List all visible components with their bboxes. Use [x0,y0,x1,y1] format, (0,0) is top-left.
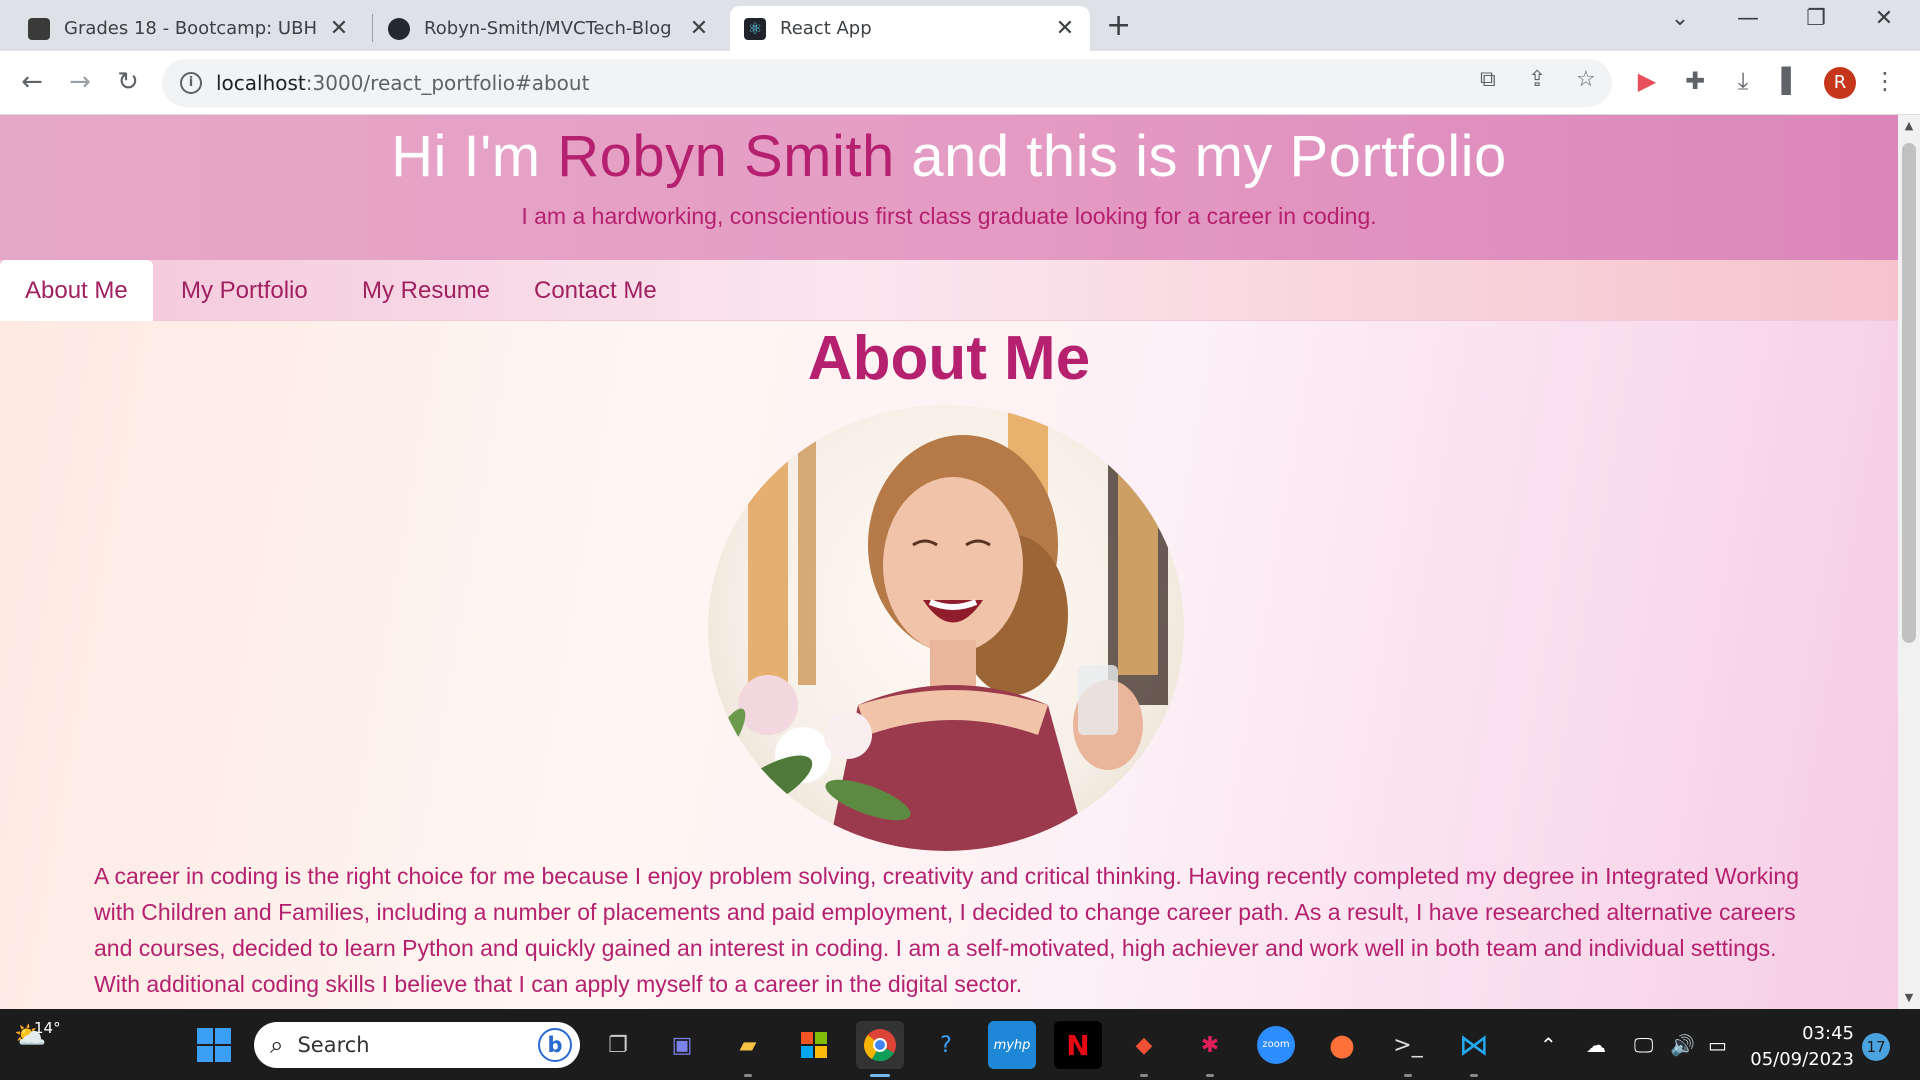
close-tab-icon[interactable]: ✕ [328,16,350,41]
profile-avatar[interactable]: R [1824,67,1856,99]
vscode-running-indicator [1470,1074,1478,1077]
nav-contact-me[interactable]: Contact Me [509,260,682,321]
github-icon [388,17,410,40]
nav-my-portfolio[interactable]: My Portfolio [156,260,333,321]
windows-logo [197,1028,231,1062]
bootcamp-icon [28,17,50,40]
profile-photo-illustration [710,405,1168,851]
show-hidden-icons-chevron-icon[interactable]: ⌃ [1540,1033,1557,1057]
close-tab-icon[interactable]: ✕ [688,16,710,41]
hero-tagline: I am a hardworking, conscientious first … [521,203,1377,229]
hero-header: Hi I'm Robyn Smith and this is my Portfo… [0,115,1898,260]
url-path: :3000/react_portfolio#about [305,71,590,95]
help-icon[interactable]: ? [922,1021,970,1069]
start-windows-icon[interactable] [190,1021,238,1069]
nav-my-resume[interactable]: My Resume [337,260,515,321]
battery-icon[interactable]: ▭ [1708,1033,1727,1057]
portfolio-nav: About Me My Portfolio My Resume Contact … [0,260,1898,321]
slack-running-indicator [1206,1074,1214,1077]
profile-photo [708,405,1184,851]
site-info-icon[interactable]: i [180,72,202,94]
page-viewport: Hi I'm Robyn Smith and this is my Portfo… [0,115,1898,1009]
reload-button[interactable]: ↻ [110,67,146,97]
page-scrollbar[interactable]: ▲ ▼ [1898,115,1920,1009]
chrome-active-indicator [870,1074,890,1077]
search-icon: ⌕ [270,1031,284,1059]
myhp-icon[interactable]: myhp [988,1021,1036,1069]
close-tab-icon[interactable]: ✕ [1054,16,1076,41]
hero-title: Hi I'm Robyn Smith and this is my Portfo… [0,123,1898,190]
bookmark-star-icon[interactable]: ☆ [1576,67,1596,92]
minimize-button[interactable]: — [1728,6,1768,31]
weather-temperature: 14° [34,1019,61,1037]
open-in-app-icon[interactable]: ⧉ [1480,67,1496,92]
tab-title: Robyn-Smith/MVCTech-Blog [424,18,672,39]
taskbar-search-box[interactable]: ⌕ Search b [254,1022,580,1068]
about-bio: A career in coding is the right choice f… [94,863,1799,997]
side-panel-icon[interactable]: ▌ [1774,67,1808,95]
terminal-running-indicator [1404,1074,1412,1077]
hero-greeting: Hi I'm [391,124,541,189]
tab-title: Grades 18 - Bootcamp: UBHM-VI [64,18,318,39]
react-icon: ⚛ [744,17,766,40]
firefox-icon[interactable]: ● [1318,1021,1366,1069]
network-icon[interactable]: 🖵 [1634,1033,1653,1057]
tab-divider [372,14,373,42]
nav-about-me[interactable]: About Me [0,260,153,321]
weather-widget[interactable]: ⛅ 14° [14,1019,61,1051]
hero-name: Robyn Smith [557,124,895,189]
browser-tab-2[interactable]: Robyn-Smith/MVCTech-Blog ✕ [374,6,724,51]
extensions-puzzle-icon[interactable]: ✚ [1678,67,1712,95]
back-button[interactable]: ← [14,67,50,97]
store-logo [801,1032,827,1058]
clock-date: 05/09/2023 [1750,1049,1854,1070]
git-icon[interactable]: ◆ [1120,1021,1168,1069]
microsoft-store-icon[interactable] [790,1021,838,1069]
vscode-icon[interactable]: ⋈ [1450,1021,1498,1069]
tab-title: React App [780,18,872,39]
notification-badge[interactable]: 17 [1862,1033,1890,1061]
url-host: localhost [216,71,306,95]
git-running-indicator [1140,1074,1148,1077]
netflix-icon[interactable]: N [1054,1021,1102,1069]
slack-icon[interactable]: ✱ [1186,1021,1234,1069]
close-window-button[interactable]: ✕ [1864,6,1904,31]
volume-icon[interactable]: 🔊 [1670,1033,1695,1057]
download-icon[interactable]: ⤓ [1726,67,1760,95]
browser-tab-1[interactable]: Grades 18 - Bootcamp: UBHM-VI ✕ [14,6,364,51]
tab-strip: Grades 18 - Bootcamp: UBHM-VI ✕ Robyn-Sm… [0,0,1920,51]
bing-icon[interactable]: b [538,1028,572,1062]
browser-toolbar: ← → ↻ i localhost:3000/react_portfolio#a… [0,51,1920,115]
search-placeholder: Search [297,1033,370,1057]
share-icon[interactable]: ⇪ [1528,67,1546,92]
task-view-icon[interactable]: ❐ [594,1021,642,1069]
menu-kebab-icon[interactable]: ⋮ [1868,67,1902,95]
clock-time: 03:45 [1802,1023,1854,1044]
forward-button[interactable]: → [62,67,98,97]
file-explorer-icon[interactable]: ▰ [724,1021,772,1069]
tab-search-chevron-icon[interactable]: ⌄ [1660,6,1700,31]
zoom-badge: zoom [1257,1026,1295,1064]
browser-tab-3[interactable]: ⚛ React App ✕ [730,6,1090,51]
about-heading: About Me [807,324,1091,393]
scroll-down-arrow[interactable]: ▼ [1898,991,1920,1004]
restore-button[interactable]: ❐ [1796,6,1836,31]
zoom-icon[interactable]: zoom [1252,1021,1300,1069]
explorer-running-indicator [744,1074,752,1077]
teams-chat-icon[interactable]: ▣ [658,1021,706,1069]
chrome-icon[interactable] [856,1021,904,1069]
address-bar[interactable]: i localhost:3000/react_portfolio#about ⧉… [162,59,1612,107]
hero-title-rest: and this is my Portfolio [911,124,1507,189]
onedrive-icon[interactable]: ☁ [1586,1033,1606,1057]
windows-taskbar: ⛅ 14° ⌕ Search b ❐ ▣ ▰ ? myhp N ◆ ✱ zoom [0,1009,1920,1080]
extension-cast-icon[interactable]: ▶ [1630,67,1664,95]
taskbar-clock[interactable]: 03:45 05/09/2023 [1750,1021,1854,1073]
terminal-icon[interactable]: >_ [1384,1021,1432,1069]
chrome-logo [863,1029,896,1062]
new-tab-button[interactable]: + [1106,8,1131,43]
scroll-up-arrow[interactable]: ▲ [1898,119,1920,132]
scrollbar-thumb[interactable] [1902,143,1916,643]
